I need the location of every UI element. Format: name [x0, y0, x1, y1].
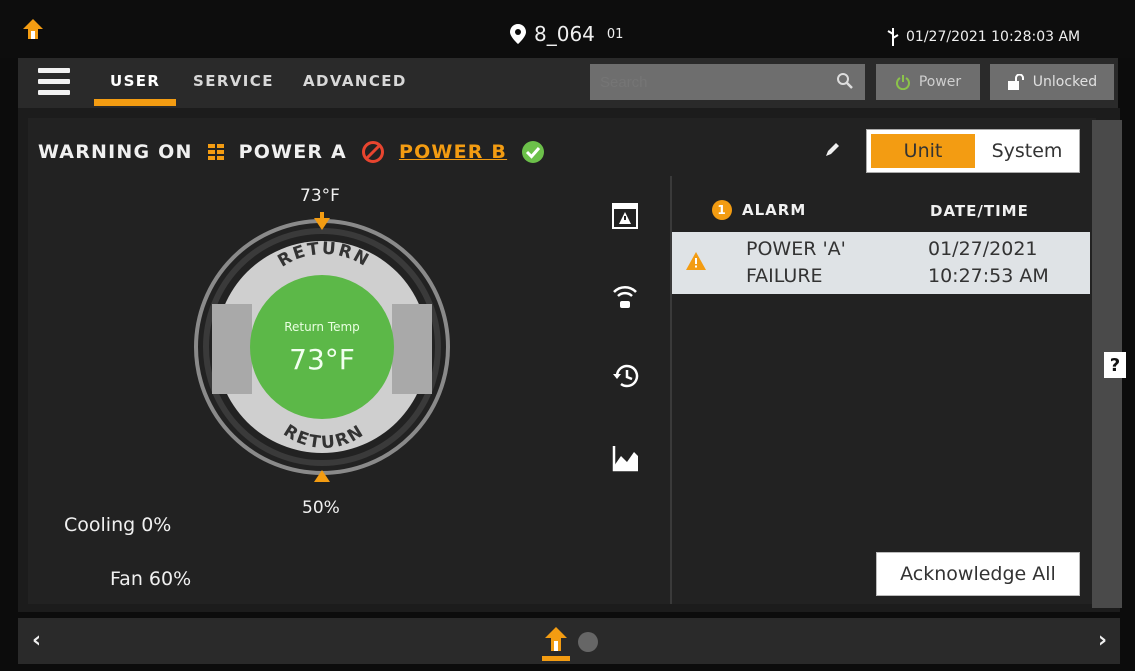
chevron-left-icon[interactable]: ‹ — [32, 628, 41, 653]
datetime-column-header: DATE/TIME — [930, 202, 1029, 220]
alarm-date: 01/27/2021 — [928, 238, 1038, 260]
clock: 01/27/2021 10:28:03 AM — [886, 28, 1080, 46]
location-indicator: 8_064 01 — [510, 22, 623, 46]
chevron-right-icon[interactable]: › — [1098, 628, 1107, 653]
lock-label: Unlocked — [1032, 74, 1098, 90]
alarm-calendar-icon[interactable] — [612, 200, 638, 234]
home-icon[interactable] — [22, 18, 44, 44]
location-id: 8_064 — [534, 22, 595, 46]
history-icon[interactable] — [612, 362, 640, 394]
menu-icon[interactable] — [38, 68, 70, 98]
power-a-label: POWER A — [238, 141, 347, 163]
power-button[interactable]: Power — [876, 64, 980, 100]
acknowledge-all-button[interactable]: Acknowledge All — [876, 552, 1080, 596]
current-datetime: 01/27/2021 10:28:03 AM — [906, 29, 1081, 45]
page-dot[interactable] — [578, 632, 598, 652]
alarm-timestamp: 01/27/2021 10:27:53 AM — [928, 236, 1049, 290]
power-a-error-icon — [361, 141, 384, 163]
trend-chart-icon[interactable] — [612, 444, 640, 476]
edit-icon[interactable] — [824, 142, 840, 162]
alarm-row[interactable]: POWER 'A' FAILURE 01/27/2021 10:27:53 AM — [672, 232, 1090, 294]
alarm-description-line2: FAILURE — [746, 265, 823, 287]
lock-button[interactable]: Unlocked — [990, 64, 1114, 100]
fan-readout: Fan 60% — [110, 568, 192, 590]
alarm-count-badge: 1 — [712, 200, 732, 220]
search-input[interactable] — [590, 64, 865, 100]
current-page-indicator — [542, 656, 570, 661]
toggle-unit[interactable]: Unit — [871, 134, 975, 168]
tab-service[interactable]: SERVICE — [193, 72, 274, 90]
usb-icon — [887, 28, 899, 46]
return-temp-label: Return Temp — [284, 320, 360, 334]
power-b-ok-icon — [522, 141, 545, 163]
warning-triangle-icon — [686, 252, 706, 274]
warning-grid-icon — [207, 144, 224, 160]
alarm-column-header: 1 ALARM — [712, 200, 806, 220]
location-suffix: 01 — [606, 26, 624, 42]
view-toggle: Unit System — [866, 129, 1080, 173]
tab-advanced[interactable]: ADVANCED — [303, 72, 407, 90]
alarm-time: 10:27:53 AM — [928, 265, 1049, 287]
nav-bar: USER SERVICE ADVANCED Power Unlocked — [18, 58, 1118, 108]
alarm-description: POWER 'A' FAILURE — [746, 236, 846, 290]
alarm-header-label: ALARM — [742, 201, 807, 219]
active-tab-indicator — [94, 99, 176, 106]
help-button[interactable]: ? — [1104, 352, 1126, 378]
power-status-row: WARNING ON POWER A POWER B — [38, 140, 545, 164]
home-page-icon[interactable] — [544, 626, 568, 656]
temperature-setpoint: 73°F — [300, 186, 340, 206]
humidity-setpoint: 50% — [302, 498, 340, 518]
toggle-system[interactable]: System — [975, 130, 1079, 172]
content-area — [28, 118, 1096, 604]
search-icon[interactable] — [836, 72, 854, 94]
warning-status: WARNING ON — [38, 141, 193, 163]
wireless-icon[interactable] — [612, 280, 638, 314]
cooling-readout: Cooling 0% — [64, 514, 172, 536]
unlocked-icon — [1007, 74, 1024, 90]
power-b-link[interactable]: POWER B — [399, 141, 507, 163]
power-icon — [895, 75, 910, 90]
tab-user[interactable]: USER — [110, 72, 160, 90]
alarm-description-line1: POWER 'A' — [746, 238, 846, 260]
location-pin-icon — [510, 24, 526, 44]
power-label: Power — [918, 74, 962, 90]
return-temp-value: 73°F — [289, 343, 355, 376]
